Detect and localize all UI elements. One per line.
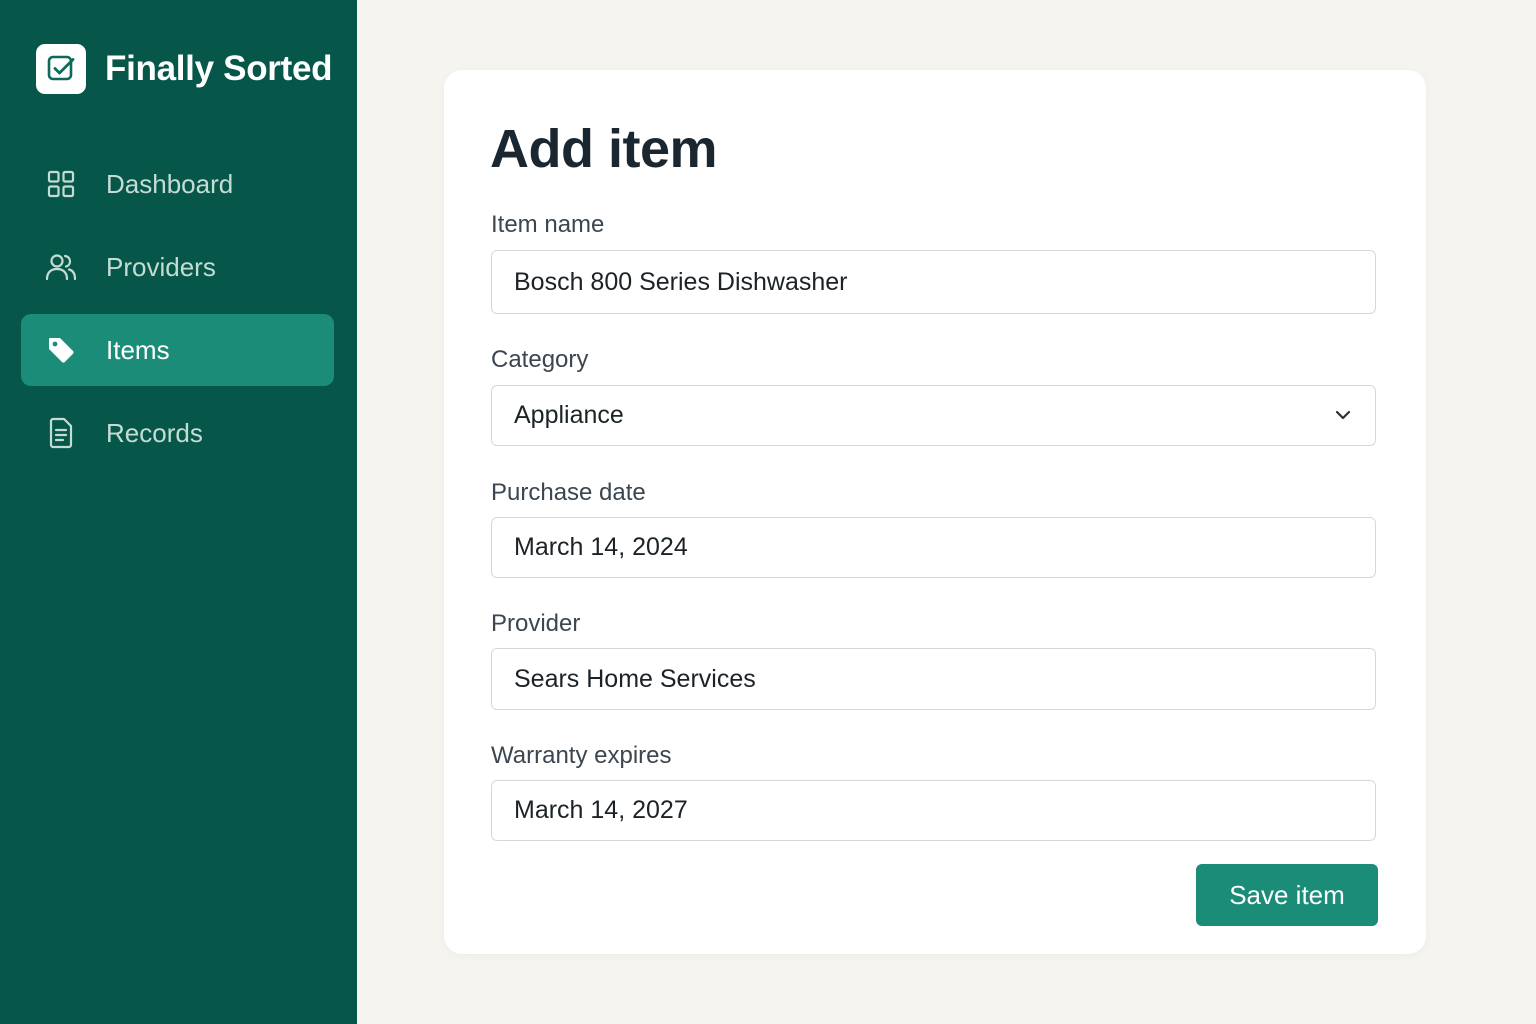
category-value: Appliance bbox=[514, 401, 624, 429]
save-item-button[interactable]: Save item bbox=[1196, 864, 1378, 926]
page-title: Add item bbox=[490, 119, 718, 179]
sidebar-nav: Dashboard Providers Items Records bbox=[21, 148, 334, 480]
add-item-card: Add item Item name Bosch 800 Series Dish… bbox=[444, 70, 1426, 954]
grid-icon bbox=[41, 164, 81, 204]
item-name-value: Bosch 800 Series Dishwasher bbox=[514, 267, 848, 296]
sidebar-item-records[interactable]: Records bbox=[21, 397, 334, 469]
sidebar-item-label: Providers bbox=[106, 251, 216, 282]
category-select[interactable]: Appliance bbox=[491, 385, 1376, 446]
sidebar-item-items[interactable]: Items bbox=[21, 314, 334, 386]
provider-value: Sears Home Services bbox=[514, 664, 756, 693]
sidebar-item-dashboard[interactable]: Dashboard bbox=[21, 148, 334, 220]
sidebar-item-label: Records bbox=[106, 417, 203, 448]
sidebar-item-label: Items bbox=[106, 334, 170, 365]
app-title: Finally Sorted bbox=[105, 49, 333, 88]
provider-label: Provider bbox=[491, 610, 581, 637]
warranty-expires-value: March 14, 2027 bbox=[514, 796, 688, 824]
chevron-down-icon bbox=[1333, 405, 1353, 430]
brand[interactable]: Finally Sorted bbox=[36, 44, 333, 94]
provider-input[interactable]: Sears Home Services bbox=[491, 648, 1376, 710]
sidebar-item-label: Dashboard bbox=[106, 168, 234, 199]
warranty-expires-input[interactable]: March 14, 2027 bbox=[491, 780, 1376, 841]
warranty-expires-label: Warranty expires bbox=[491, 742, 672, 769]
checkbox-icon bbox=[36, 44, 86, 94]
sidebar-item-providers[interactable]: Providers bbox=[21, 231, 334, 303]
sidebar: Finally Sorted Dashboard Providers Items… bbox=[0, 0, 357, 1024]
users-icon bbox=[41, 247, 81, 287]
item-name-input[interactable]: Bosch 800 Series Dishwasher bbox=[491, 250, 1376, 314]
purchase-date-label: Purchase date bbox=[491, 479, 646, 506]
document-icon bbox=[41, 413, 81, 453]
item-name-label: Item name bbox=[491, 211, 605, 238]
purchase-date-input[interactable]: March 14, 2024 bbox=[491, 517, 1376, 578]
purchase-date-value: March 14, 2024 bbox=[514, 533, 688, 561]
category-label: Category bbox=[491, 346, 589, 373]
tag-icon bbox=[41, 330, 81, 370]
